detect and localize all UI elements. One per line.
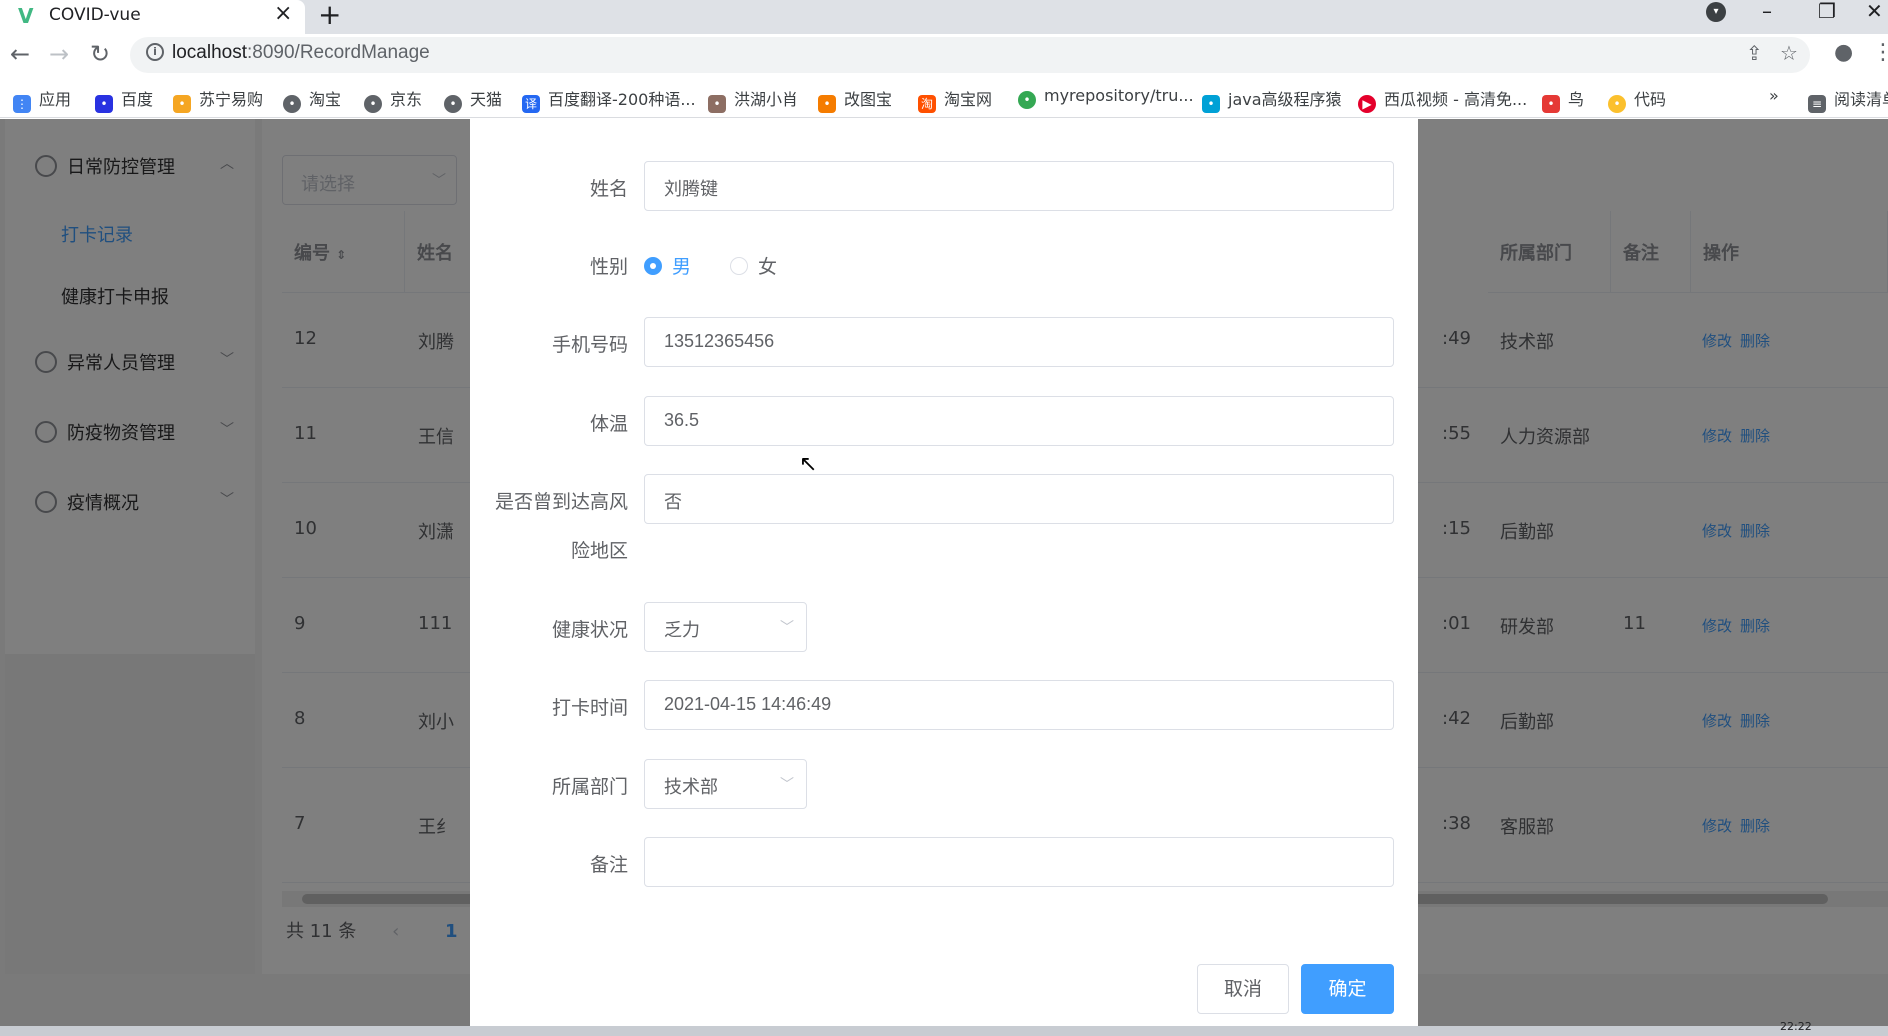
honghu-icon: • <box>708 95 726 113</box>
bookmark-suning[interactable]: • 苏宁易购 <box>173 86 263 113</box>
suning-icon: • <box>173 95 191 113</box>
new-tab-button[interactable]: + <box>318 0 341 31</box>
bookmark-baidu[interactable]: • 百度 <box>95 86 153 113</box>
bookmark-taobaowang[interactable]: 淘淘宝网 <box>918 86 992 113</box>
profile-icon[interactable]: ● <box>1834 40 1853 65</box>
gaitubao-icon: • <box>818 95 836 113</box>
minimize-icon[interactable]: – <box>1762 0 1772 23</box>
reading-list-icon: ≡ <box>1808 95 1826 113</box>
site-info-icon[interactable]: i <box>146 43 164 61</box>
translate-icon: 译 <box>522 95 540 113</box>
label-note: 备注 <box>589 854 628 876</box>
label-phone: 手机号码 <box>551 334 628 356</box>
bilibili-icon: • <box>1202 95 1220 113</box>
address-bar[interactable]: i localhost:8090/RecordManage ⇪ ☆ <box>130 37 1810 73</box>
label-risk-area-line2: 险地区 <box>570 540 628 562</box>
risk-area-input[interactable]: 否 <box>644 474 1394 524</box>
cancel-button[interactable]: 取消 <box>1197 964 1289 1014</box>
temperature-input[interactable]: 36.5 <box>644 396 1394 446</box>
bookmark-code[interactable]: • 代码 <box>1608 86 1666 113</box>
taobao-icon: 淘 <box>918 95 936 113</box>
bookmark-java[interactable]: • java高级程序猿 <box>1202 86 1342 113</box>
gender-radio-female[interactable]: 女 <box>730 252 777 279</box>
globe-icon: • <box>283 95 301 113</box>
xigua-icon: ▶ <box>1358 95 1376 113</box>
window-close-icon[interactable]: ✕ <box>1866 0 1883 23</box>
browser-tab-strip: V COVID-vue × + ▾ – ❐ ✕ <box>0 0 1888 34</box>
bookmark-bird[interactable]: • 鸟 <box>1542 86 1584 113</box>
forward-arrow-icon[interactable]: → <box>49 40 69 68</box>
reload-icon[interactable]: ↻ <box>90 40 110 68</box>
bookmark-honghu[interactable]: • 洪湖小肖 <box>708 86 798 113</box>
label-risk-area-line1: 是否曾到达高风 <box>494 491 628 513</box>
bookmark-apps[interactable]: ⋮ 应用 <box>13 86 71 113</box>
label-checkin-time: 打卡时间 <box>551 697 628 719</box>
url-text: localhost:8090/RecordManage <box>172 42 430 63</box>
label-department: 所属部门 <box>551 776 628 798</box>
os-taskbar: 22:22 <box>0 1020 1888 1036</box>
chevron-down-icon: ﹀ <box>780 620 794 636</box>
bookmark-star-icon[interactable]: ☆ <box>1780 41 1798 65</box>
bird-icon: • <box>1542 95 1560 113</box>
bookmark-xigua[interactable]: ▶ 西瓜视频 - 高清免... <box>1358 86 1527 113</box>
vue-logo-icon: V <box>18 4 34 28</box>
menu-icon[interactable]: ⋮ <box>1872 40 1888 65</box>
globe-icon: • <box>444 95 462 113</box>
browser-toolbar: ← → ↻ i localhost:8090/RecordManage ⇪ ☆ … <box>0 34 1888 76</box>
back-arrow-icon[interactable]: ← <box>10 40 30 68</box>
checkin-time-input[interactable]: 2021-04-15 14:46:49 <box>644 680 1394 730</box>
label-health: 健康状况 <box>551 619 628 641</box>
bookmark-baidu-translate[interactable]: 译百度翻译-200种语... <box>522 86 696 113</box>
label-name: 姓名 <box>589 178 628 200</box>
edit-record-dialog: 姓名 刘腾键 性别 男 女 手机号码 13512365456 体温 36.5 是… <box>470 119 1418 1030</box>
name-input[interactable]: 刘腾键 <box>644 161 1394 211</box>
chevron-down-icon: ﹀ <box>780 777 794 793</box>
browser-tab[interactable]: V COVID-vue × <box>0 0 305 34</box>
code-icon: • <box>1608 95 1626 113</box>
bookmark-jd[interactable]: • 京东 <box>364 86 422 113</box>
confirm-button[interactable]: 确定 <box>1301 964 1394 1014</box>
apps-grid-icon: ⋮ <box>13 95 31 113</box>
health-select[interactable]: 乏力 ﹀ <box>644 602 807 652</box>
note-input[interactable] <box>644 837 1394 887</box>
chrome-icon: • <box>1018 91 1036 109</box>
mouse-cursor-icon: ↖ <box>799 452 818 477</box>
label-temperature: 体温 <box>589 413 628 435</box>
reading-list[interactable]: ≡阅读清单 <box>1808 86 1888 113</box>
taskbar-clock: 22:22 <box>1780 1020 1812 1033</box>
bookmark-taobao[interactable]: • 淘宝 <box>283 86 341 113</box>
bookmark-gaitubao[interactable]: • 改图宝 <box>818 86 892 113</box>
label-gender: 性别 <box>589 256 628 278</box>
share-icon[interactable]: ⇪ <box>1746 41 1763 65</box>
tab-search-icon[interactable]: ▾ <box>1706 2 1726 22</box>
radio-checked-icon <box>644 257 662 275</box>
phone-input[interactable]: 13512365456 <box>644 317 1394 367</box>
bookmark-myrepository[interactable]: • myrepository/tru... <box>1018 86 1194 109</box>
department-select[interactable]: 技术部 ﹀ <box>644 759 807 809</box>
tab-title: COVID-vue <box>49 5 141 25</box>
gender-radio-male[interactable]: 男 <box>644 252 691 279</box>
restore-icon[interactable]: ❐ <box>1818 0 1836 23</box>
bookmarks-bar: ⋮ 应用 • 百度 • 苏宁易购 • 淘宝 • 京东 • 天猫 译百度翻译-200种语...… <box>0 76 1888 118</box>
close-icon[interactable]: × <box>274 1 292 26</box>
globe-icon: • <box>364 95 382 113</box>
bookmarks-overflow-button[interactable]: » <box>1769 86 1779 105</box>
baidu-icon: • <box>95 95 113 113</box>
bookmark-tmall[interactable]: • 天猫 <box>444 86 502 113</box>
radio-unchecked-icon <box>730 257 748 275</box>
